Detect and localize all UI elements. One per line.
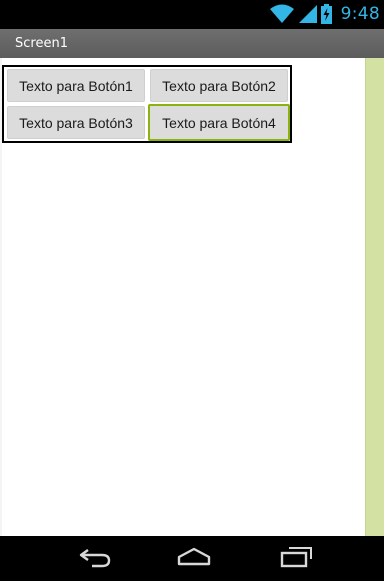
back-button[interactable] [70, 544, 120, 574]
button-1[interactable]: Texto para Botón1 [7, 69, 145, 102]
status-icons: 9:48 [269, 3, 380, 25]
screen-title: Screen1 [15, 36, 68, 51]
recent-apps-button[interactable] [271, 544, 321, 574]
home-icon [176, 547, 212, 572]
button-4[interactable]: Texto para Botón4 [148, 104, 290, 141]
recent-apps-icon [279, 546, 313, 573]
battery-charging-icon [320, 4, 332, 24]
button-3[interactable]: Texto para Botón3 [7, 106, 145, 139]
scroll-edge [365, 58, 384, 536]
status-bar: 9:48 [0, 0, 384, 29]
navigation-bar [0, 536, 384, 581]
status-clock: 9:48 [340, 4, 380, 24]
table-arrangement: Texto para Botón1 Texto para Botón2 Text… [2, 65, 292, 143]
app-title-bar: Screen1 [0, 29, 384, 58]
wifi-icon [269, 4, 295, 24]
home-button[interactable] [169, 544, 219, 574]
button-2[interactable]: Texto para Botón2 [150, 69, 288, 102]
signal-icon [298, 4, 318, 24]
screen-content: Texto para Botón1 Texto para Botón2 Text… [0, 58, 384, 536]
back-icon [78, 546, 112, 573]
